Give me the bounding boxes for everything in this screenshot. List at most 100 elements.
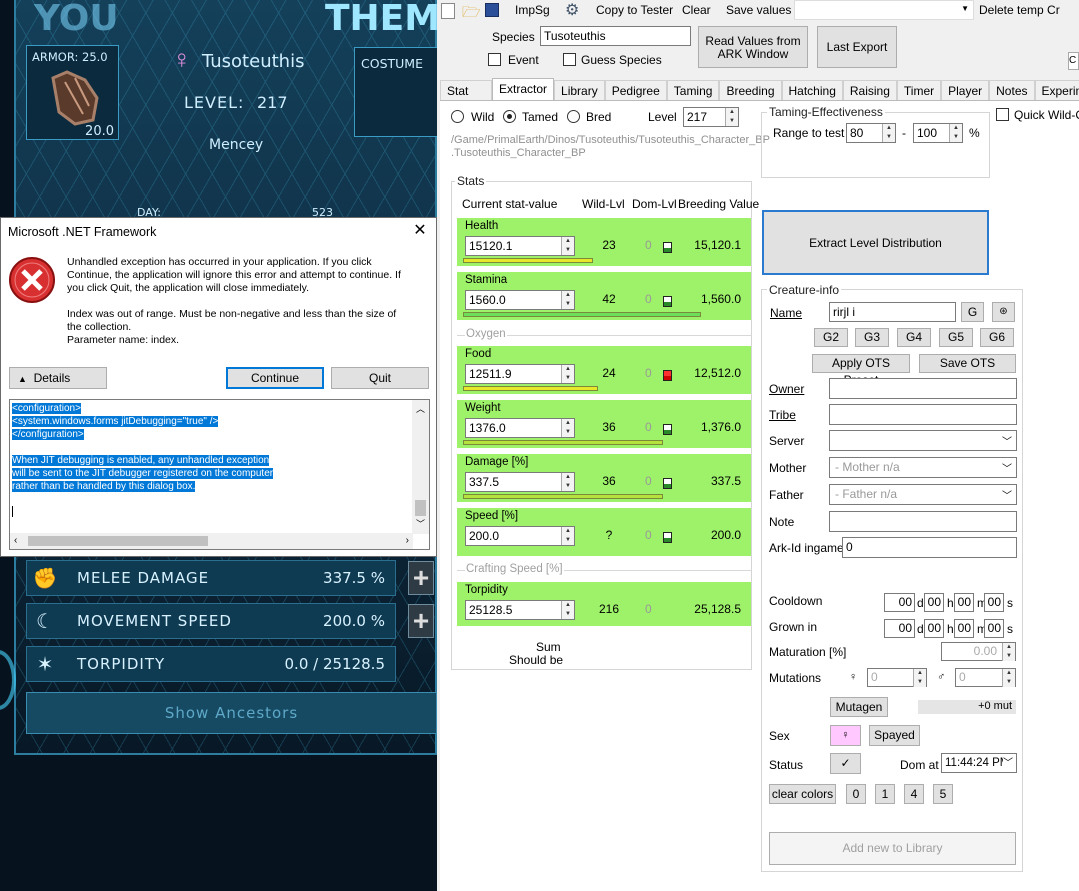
level-spinner[interactable]: ▲ ▼ xyxy=(725,108,738,126)
te-min-spinner[interactable]: ▲ ▼ xyxy=(882,124,895,142)
owner-input[interactable] xyxy=(829,378,1017,399)
scroll-up-icon[interactable]: ︿ xyxy=(416,403,425,416)
read-values-button[interactable]: Read Values from ARK Window xyxy=(698,26,808,68)
stat-spinner[interactable]: ▲ ▼ xyxy=(561,473,574,491)
grown-m-input[interactable]: 00 xyxy=(954,619,974,638)
color-region-0-button[interactable]: 0 xyxy=(846,784,866,804)
clear-button[interactable]: Clear xyxy=(682,3,711,17)
tab-pedigree[interactable]: Pedigree xyxy=(604,80,667,101)
tab-experimental[interactable]: Experimental xyxy=(1034,80,1079,101)
server-dropdown[interactable]: ﹀ xyxy=(829,430,1017,451)
mut-f-spinner[interactable]: ▲ ▼ xyxy=(913,669,926,687)
last-export-button[interactable]: Last Export xyxy=(817,26,897,68)
tab-hatching[interactable]: Hatching xyxy=(781,80,843,101)
color-region-5-button[interactable]: 5 xyxy=(933,784,953,804)
cut-off-button[interactable]: C xyxy=(1068,52,1079,70)
extract-level-distribution-button[interactable]: Extract Level Distribution xyxy=(762,210,989,275)
dom-at-input[interactable]: 11:44:24 PM ﹀ xyxy=(941,753,1017,773)
event-checkbox[interactable] xyxy=(488,53,501,66)
mother-dropdown[interactable]: - Mother n/a ﹀ xyxy=(829,457,1017,478)
lock-icon[interactable] xyxy=(663,424,672,435)
impsg-button[interactable]: ImpSg xyxy=(515,3,550,17)
stat-value-input[interactable]: 12511.9 ▲ ▼ xyxy=(465,364,575,384)
save-icon[interactable] xyxy=(485,3,499,17)
tab-stat-testing[interactable]: Stat Testing xyxy=(440,80,493,118)
name-label[interactable]: Name xyxy=(770,306,802,320)
stat-spinner[interactable]: ▲ ▼ xyxy=(561,291,574,309)
horizontal-scrollbar[interactable]: ‹ › xyxy=(10,533,413,549)
cooldown-d-input[interactable]: 00 xyxy=(884,593,915,612)
stat-spinner[interactable]: ▲ ▼ xyxy=(561,419,574,437)
tab-raising[interactable]: Raising xyxy=(842,80,897,101)
owner-label[interactable]: Owner xyxy=(769,382,804,396)
tribe-input[interactable] xyxy=(829,404,1017,425)
vertical-scrollbar[interactable]: ︿ ﹀ xyxy=(412,400,429,534)
te-max-input[interactable]: 100 ▲ ▼ xyxy=(913,123,963,143)
tab-notes[interactable]: Notes xyxy=(989,80,1035,101)
gear-icon[interactable]: ⚙ xyxy=(565,0,579,20)
settings-circle-icon[interactable]: ⊛ xyxy=(992,302,1015,322)
mutations-male-input[interactable]: 0 ▲ ▼ xyxy=(955,668,1016,687)
stat-value-input[interactable]: 1560.0 ▲ ▼ xyxy=(465,290,575,310)
note-input[interactable] xyxy=(829,511,1017,532)
tab-breeding-plan[interactable]: Breeding Plan xyxy=(719,80,782,118)
level-up-speed-button[interactable]: + xyxy=(408,604,434,638)
grown-d-input[interactable]: 00 xyxy=(884,619,915,638)
scroll-right-icon[interactable]: › xyxy=(406,534,409,547)
lock-icon[interactable] xyxy=(663,532,672,543)
tribe-label[interactable]: Tribe xyxy=(769,408,796,422)
quick-wild-checkbox[interactable] xyxy=(996,108,1009,121)
status-button[interactable]: ✓ xyxy=(830,753,861,774)
show-ancestors-button[interactable]: Show Ancestors xyxy=(26,692,437,734)
lock-icon[interactable] xyxy=(663,370,672,381)
cooldown-m-input[interactable]: 00 xyxy=(954,593,974,612)
quit-button[interactable]: Quit xyxy=(331,367,429,389)
stat-spinner[interactable]: ▲ ▼ xyxy=(561,237,574,255)
g4-button[interactable]: G4 xyxy=(897,328,931,347)
open-folder-icon[interactable]: 🗁 xyxy=(462,2,481,27)
g2-button[interactable]: G2 xyxy=(814,328,848,347)
ark-id-input[interactable]: 0 xyxy=(842,537,1017,558)
add-to-library-button[interactable]: Add new to Library xyxy=(769,832,1016,865)
continue-button[interactable]: Continue xyxy=(226,367,324,389)
tamed-radio[interactable] xyxy=(503,110,516,123)
mutations-female-input[interactable]: 0 ▲ ▼ xyxy=(867,668,927,687)
details-textbox[interactable]: <configuration> <system.windows.forms ji… xyxy=(9,399,430,550)
hscroll-thumb[interactable] xyxy=(28,536,208,546)
stat-spinner[interactable]: ▲ ▼ xyxy=(561,365,574,383)
lock-icon[interactable] xyxy=(663,478,672,489)
save-ots-button[interactable]: Save OTS xyxy=(919,354,1016,373)
lock-icon[interactable] xyxy=(663,242,672,253)
copy-to-tester-button[interactable]: Copy to Tester xyxy=(596,3,673,17)
bred-radio[interactable] xyxy=(567,110,580,123)
stat-value-input[interactable]: 25128.5 ▲ ▼ xyxy=(465,600,575,620)
maturation-input[interactable]: 0.00 ▲ ▼ xyxy=(941,642,1016,661)
sex-toggle-female-icon[interactable]: ♀ xyxy=(830,725,861,746)
stat-spinner[interactable]: ▲ ▼ xyxy=(561,601,574,619)
apply-ots-preset-button[interactable]: Apply OTS Preset xyxy=(812,354,910,387)
stat-value-input[interactable]: 200.0 ▲ ▼ xyxy=(465,526,575,546)
saved-values-dropdown[interactable]: ▼ xyxy=(794,0,974,20)
scroll-thumb[interactable] xyxy=(415,500,426,516)
stat-spinner[interactable]: ▲ ▼ xyxy=(561,527,574,545)
spayed-button[interactable]: Spayed xyxy=(869,725,920,746)
cooldown-s-input[interactable]: 00 xyxy=(984,593,1004,612)
tab-library[interactable]: Library xyxy=(554,80,605,101)
generate-name-button[interactable]: G xyxy=(961,302,984,322)
color-region-1-button[interactable]: 1 xyxy=(875,784,895,804)
cooldown-h-input[interactable]: 00 xyxy=(924,593,944,612)
save-values-button[interactable]: Save values xyxy=(726,3,791,17)
te-max-spinner[interactable]: ▲ ▼ xyxy=(949,124,962,142)
lock-icon[interactable] xyxy=(663,296,672,307)
te-min-input[interactable]: 80 ▲ ▼ xyxy=(846,123,896,143)
grown-s-input[interactable]: 00 xyxy=(984,619,1004,638)
maturation-spinner[interactable]: ▲ ▼ xyxy=(1002,643,1015,661)
level-up-melee-button[interactable]: + xyxy=(408,561,434,595)
close-icon[interactable]: ✕ xyxy=(412,222,428,240)
new-file-icon[interactable] xyxy=(441,3,455,19)
color-region-4-button[interactable]: 4 xyxy=(904,784,924,804)
stat-value-input[interactable]: 337.5 ▲ ▼ xyxy=(465,472,575,492)
tab-extractor[interactable]: Extractor xyxy=(492,78,555,101)
delete-temp-button[interactable]: Delete temp Cr xyxy=(979,3,1060,17)
clear-colors-button[interactable]: clear colors xyxy=(769,784,836,804)
